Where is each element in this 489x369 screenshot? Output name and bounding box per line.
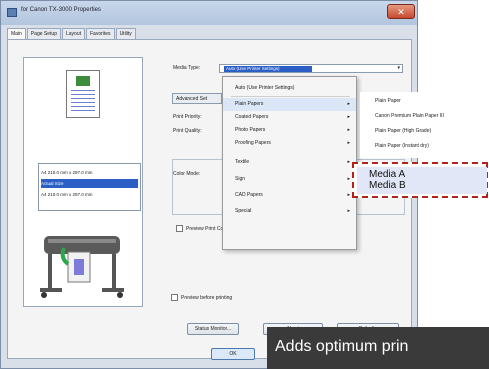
menu-item-label: Photo Papers <box>235 127 266 133</box>
print-preview-pane: A4 210.0 mm x 297.0 mm Actual Size A4 21… <box>23 57 143 307</box>
close-button[interactable]: ✕ <box>387 4 415 19</box>
submenu-arrow-icon: ▸ <box>347 208 350 214</box>
thumbnail-line <box>71 106 95 107</box>
submenu-arrow-icon: ▸ <box>347 159 350 165</box>
status-monitor-button[interactable]: Status Monitor... <box>187 323 239 335</box>
media-type-label: Media Type: <box>173 65 201 71</box>
media-type-dropdown[interactable]: Auto (Use Printer Settings) ▾ <box>219 64 403 73</box>
submenu-item-instant-dry[interactable]: Plain Paper (Instant dry) <box>375 140 429 153</box>
menu-item-special[interactable]: Special ▸ <box>223 205 356 218</box>
print-priority-label: Print Priority: <box>173 114 202 120</box>
submenu-arrow-icon: ▸ <box>347 114 350 120</box>
submenu-arrow-icon: ▸ <box>347 176 350 182</box>
menu-item-label: Auto (Use Printer Settings) <box>235 85 295 91</box>
menu-item-sign[interactable]: Sign ▸ <box>223 173 356 186</box>
media-item-b[interactable]: Media B <box>369 180 406 191</box>
plain-papers-submenu: Plain Paper Canon Premium Plain Paper II… <box>360 92 489 158</box>
menu-separator <box>231 96 350 97</box>
printer-icon <box>7 8 17 17</box>
menu-item-label: Textile <box>235 159 250 165</box>
thumbnail-line <box>71 94 95 95</box>
menu-item-label: CAD Papers <box>235 192 263 198</box>
menu-item-label: Sign <box>235 176 246 182</box>
size-row[interactable]: A4 210.0 mm x 297.0 mm <box>41 168 138 177</box>
submenu-item-canon-premium[interactable]: Canon Premium Plain Paper III <box>375 110 444 123</box>
menu-item-auto[interactable]: Auto (Use Printer Settings) <box>223 82 356 95</box>
preview-before-printing-checkbox[interactable] <box>171 294 178 301</box>
preview-before-printing-label: Preview before printing <box>181 295 233 301</box>
menu-item-label: Proofing Papers <box>235 140 271 146</box>
menu-item-textile[interactable]: Textile ▸ <box>223 156 356 169</box>
custom-media-list: Media A Media B <box>357 167 487 194</box>
submenu-arrow-icon: ▸ <box>347 192 350 198</box>
print-quality-label: Print Quality: <box>173 128 202 134</box>
thumbnail-line <box>71 102 95 103</box>
media-type-menu: Auto (Use Printer Settings) Plain Papers… <box>222 76 357 250</box>
title-bar: for Canon TX-3000 Properties ✕ <box>1 1 417 25</box>
size-row-selected[interactable]: Actual Size <box>41 179 138 188</box>
thumbnail-line <box>71 90 95 91</box>
menu-item-label: Coated Papers <box>235 114 269 120</box>
custom-media-highlight: Media A Media B <box>352 162 488 198</box>
size-row[interactable]: A4 210.0 mm x 297.0 mm <box>41 190 138 199</box>
submenu-arrow-icon: ▸ <box>347 140 350 146</box>
chevron-down-icon[interactable]: ▾ <box>397 65 400 71</box>
caption-text: Adds optimum prin <box>275 338 409 355</box>
caption-overlay: Adds optimum prin <box>267 327 489 369</box>
menu-item-photo-papers[interactable]: Photo Papers ▸ <box>223 124 356 137</box>
submenu-arrow-icon: ▸ <box>347 101 350 107</box>
advanced-settings-option[interactable]: Advanced Set <box>172 93 222 104</box>
large-format-printer-icon <box>40 236 124 298</box>
menu-item-coated-papers[interactable]: Coated Papers ▸ <box>223 111 356 124</box>
menu-item-proofing-papers[interactable]: Proofing Papers ▸ <box>223 137 356 150</box>
window-title: for Canon TX-3000 Properties <box>21 7 101 13</box>
media-type-value: Auto (Use Printer Settings) <box>224 66 312 72</box>
paper-size-list[interactable]: A4 210.0 mm x 297.0 mm Actual Size A4 21… <box>38 163 141 211</box>
ok-button[interactable]: OK <box>211 348 255 360</box>
submenu-arrow-icon: ▸ <box>347 127 350 133</box>
preview-color-checkbox[interactable] <box>176 225 183 232</box>
media-item-a[interactable]: Media A <box>369 169 405 180</box>
color-mode-label: Color Mode: <box>173 171 201 177</box>
submenu-item-plain-paper[interactable]: Plain Paper <box>375 95 401 108</box>
page-preview-thumbnail <box>66 70 100 118</box>
menu-item-label: Special <box>235 208 252 214</box>
menu-item-plain-papers[interactable]: Plain Papers ▸ <box>223 98 356 111</box>
menu-item-cad-papers[interactable]: CAD Papers ▸ <box>223 189 356 202</box>
thumbnail-image <box>76 76 90 86</box>
thumbnail-line <box>71 110 95 111</box>
menu-item-label: Plain Papers <box>235 101 264 107</box>
submenu-item-high-grade[interactable]: Plain Paper (High Grade) <box>375 125 431 138</box>
thumbnail-line <box>71 98 95 99</box>
tab-strip: Main Page Setup Layout Favorites Utility <box>7 28 137 40</box>
